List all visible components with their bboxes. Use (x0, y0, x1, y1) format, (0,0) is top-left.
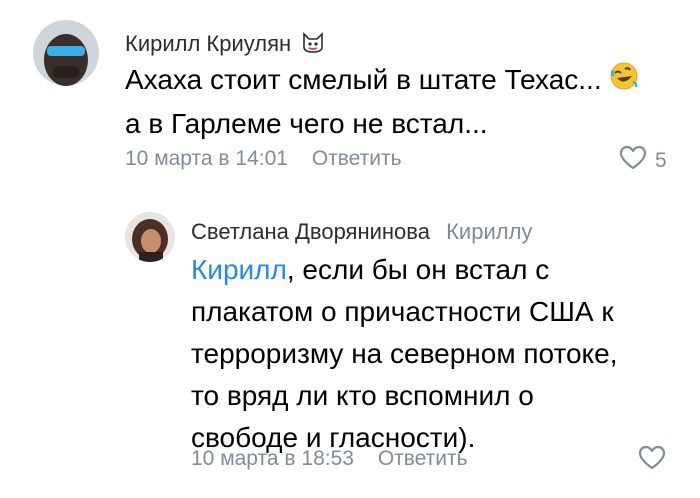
reply-button[interactable]: Ответить (378, 447, 468, 470)
cat-face-badge-icon (301, 30, 325, 60)
comment-author: Кирилл Криулян (125, 30, 325, 60)
comment-meta: 10 марта в 14:01 Ответить (125, 147, 402, 171)
mention-link[interactable]: Кирилл (191, 254, 287, 285)
like-count: 5 (655, 149, 667, 172)
comment-text-line: Ахаха стоит смелый в штате Техас... (125, 59, 685, 103)
text-line-1: Кирилл, если бы он встал с (191, 249, 681, 291)
heart-icon (619, 145, 647, 177)
avatar-kirill[interactable] (33, 20, 99, 86)
text-line-1: Ахаха стоит смелый в штате Техас... (125, 64, 602, 95)
text-line-2: а в Гарлеме чего не встал... (125, 107, 488, 139)
like-button[interactable]: 5 (619, 145, 667, 177)
comment-1: Кирилл Криулян Ахаха стоит смелый в штат… (0, 0, 700, 190)
heart-icon (638, 445, 666, 477)
author-name[interactable]: Светлана Дворянинова (191, 219, 430, 244)
text-line-3: терроризму на северном потоке, (191, 338, 618, 369)
comment-text: Ахаха стоит смелый в штате Техас... а в … (125, 59, 685, 145)
comment-date[interactable]: 10 марта в 14:01 (125, 147, 288, 170)
reply-button[interactable]: Ответить (312, 147, 402, 170)
like-button[interactable] (638, 445, 666, 477)
comment-date[interactable]: 10 марта в 18:53 (191, 447, 354, 470)
text-line-2: плакатом о причастности США к (191, 296, 614, 327)
avatar-svetlana[interactable] (125, 212, 175, 262)
comment-2: Светлана Дворянинова Кириллу Кирилл, есл… (0, 190, 700, 498)
comment-meta: 10 марта в 18:53 Ответить (191, 447, 468, 471)
reply-to-label[interactable]: Кириллу (446, 219, 532, 244)
rolling-on-floor-laughing-emoji-icon (609, 61, 639, 103)
comment-text: Кирилл, если бы он встал с плакатом о пр… (191, 249, 681, 459)
author-name[interactable]: Кирилл Криулян (125, 31, 291, 56)
text-line-1-rest: , если бы он встал с (286, 254, 550, 285)
comment-author: Светлана Дворянинова Кириллу (191, 219, 532, 245)
text-line-4: то вряд ли кто вспомнил о (191, 380, 534, 411)
